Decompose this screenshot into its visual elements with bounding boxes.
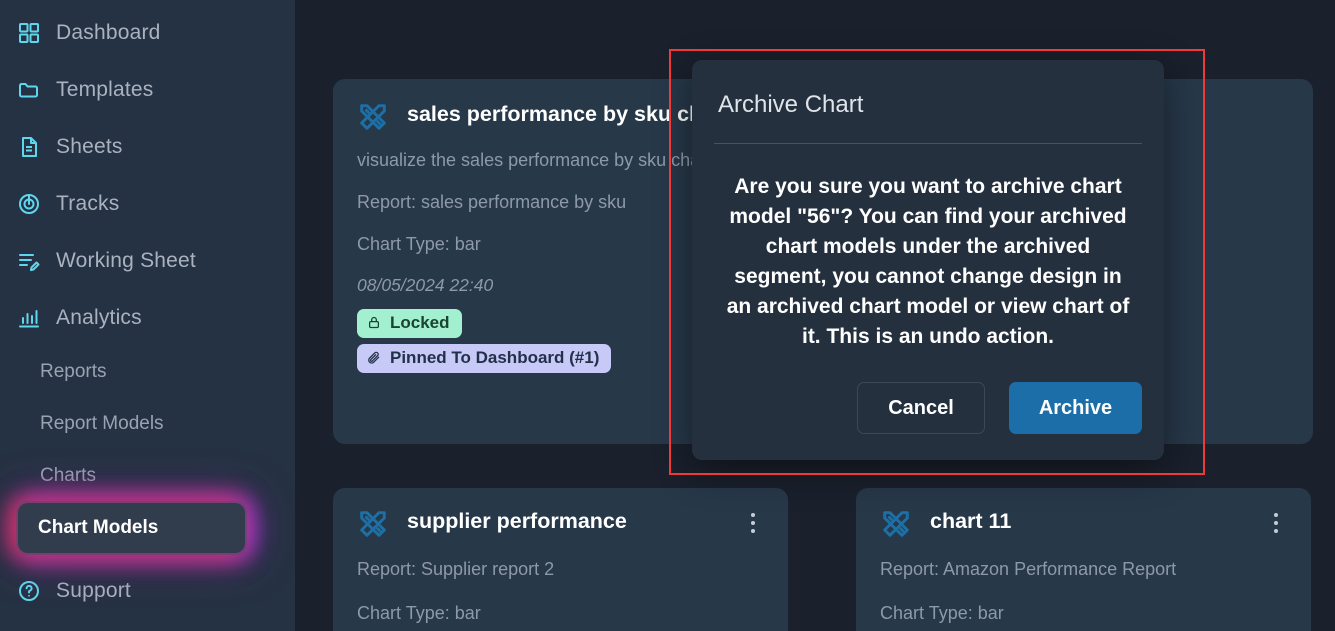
archive-chart-dialog: Archive Chart Are you sure you want to a… — [692, 60, 1164, 460]
pencil-ruler-icon — [357, 508, 389, 540]
help-circle-icon — [16, 578, 42, 604]
card-chart-type: Chart Type: bar — [357, 603, 481, 623]
status-badge-locked: Locked — [357, 309, 462, 338]
sidebar-item-support[interactable]: Support — [0, 562, 295, 619]
sidebar-subitem-label: Chart Models — [38, 517, 159, 538]
app-root: Dashboard Templates Sheets Tracks Workin… — [0, 0, 1335, 631]
sidebar-item-report-models[interactable]: Report Models — [0, 398, 295, 450]
sidebar-item-templates[interactable]: Templates — [0, 61, 295, 118]
sidebar-item-sheets[interactable]: Sheets — [0, 118, 295, 175]
badge-label: Pinned To Dashboard (#1) — [390, 348, 600, 367]
sidebar-item-label: Dashboard — [56, 20, 161, 44]
card-header: supplier performance — [357, 504, 764, 540]
status-badge-pinned: Pinned To Dashboard (#1) — [357, 344, 612, 373]
dialog-message: Are you sure you want to archive chart m… — [692, 144, 1164, 352]
pencil-ruler-icon — [880, 508, 912, 540]
card-report: Report: Amazon Performance Report — [880, 559, 1177, 579]
bar-chart-icon — [16, 305, 42, 331]
sidebar-item-analytics[interactable]: Analytics — [0, 289, 295, 346]
kebab-menu-icon[interactable] — [1265, 506, 1287, 540]
sidebar-subitem-label: Reports — [40, 361, 107, 382]
dialog-actions: Cancel Archive — [857, 382, 1142, 434]
kebab-menu-icon[interactable] — [742, 506, 764, 540]
sidebar-subitem-label: Report Models — [40, 413, 164, 434]
card-title: supplier performance — [407, 509, 627, 533]
sidebar-item-label: Working Sheet — [56, 248, 196, 272]
sidebar-item-label: Sheets — [56, 134, 123, 158]
sidebar-item-label: Analytics — [56, 305, 142, 329]
chart-model-card[interactable]: chart 11 Report: Amazon Performance Repo… — [856, 488, 1311, 631]
card-header: chart 11 — [880, 504, 1287, 540]
document-icon — [16, 134, 42, 160]
sidebar-item-label: Tracks — [56, 191, 120, 215]
cancel-button[interactable]: Cancel — [857, 382, 985, 434]
badge-label: Locked — [390, 313, 450, 332]
sidebar-item-label: Templates — [56, 77, 154, 101]
sidebar-item-working-sheet[interactable]: Working Sheet — [0, 232, 295, 289]
grid-icon — [16, 20, 42, 46]
card-chart-type: Chart Type: bar — [880, 603, 1004, 623]
chart-model-card[interactable]: supplier performance Report: Supplier re… — [333, 488, 788, 631]
list-edit-icon — [16, 248, 42, 274]
sidebar-subitem-label: Charts — [40, 465, 96, 486]
card-report: Report: Supplier report 2 — [357, 559, 555, 579]
sidebar-item-chart-models[interactable]: Chart Models — [18, 502, 277, 554]
sidebar-item-tracks[interactable]: Tracks — [0, 175, 295, 232]
dialog-model-name: "56" — [797, 205, 841, 228]
dialog-title: Archive Chart — [718, 91, 864, 118]
lock-icon — [367, 315, 382, 331]
folder-icon — [16, 77, 42, 103]
sidebar-active-highlight[interactable]: Chart Models — [18, 503, 245, 553]
sidebar-item-charts[interactable]: Charts — [0, 450, 295, 502]
card-row: supplier performance Report: Supplier re… — [333, 488, 1315, 631]
sidebar-item-reports[interactable]: Reports — [0, 346, 295, 398]
sidebar-item-label: Support — [56, 578, 131, 602]
sidebar-item-dashboard[interactable]: Dashboard — [0, 4, 295, 61]
target-icon — [16, 191, 42, 217]
paperclip-icon — [367, 350, 382, 366]
archive-button[interactable]: Archive — [1009, 382, 1142, 434]
sidebar: Dashboard Templates Sheets Tracks Workin… — [0, 0, 295, 631]
pencil-ruler-icon — [357, 101, 389, 133]
card-title: chart 11 — [930, 509, 1012, 533]
